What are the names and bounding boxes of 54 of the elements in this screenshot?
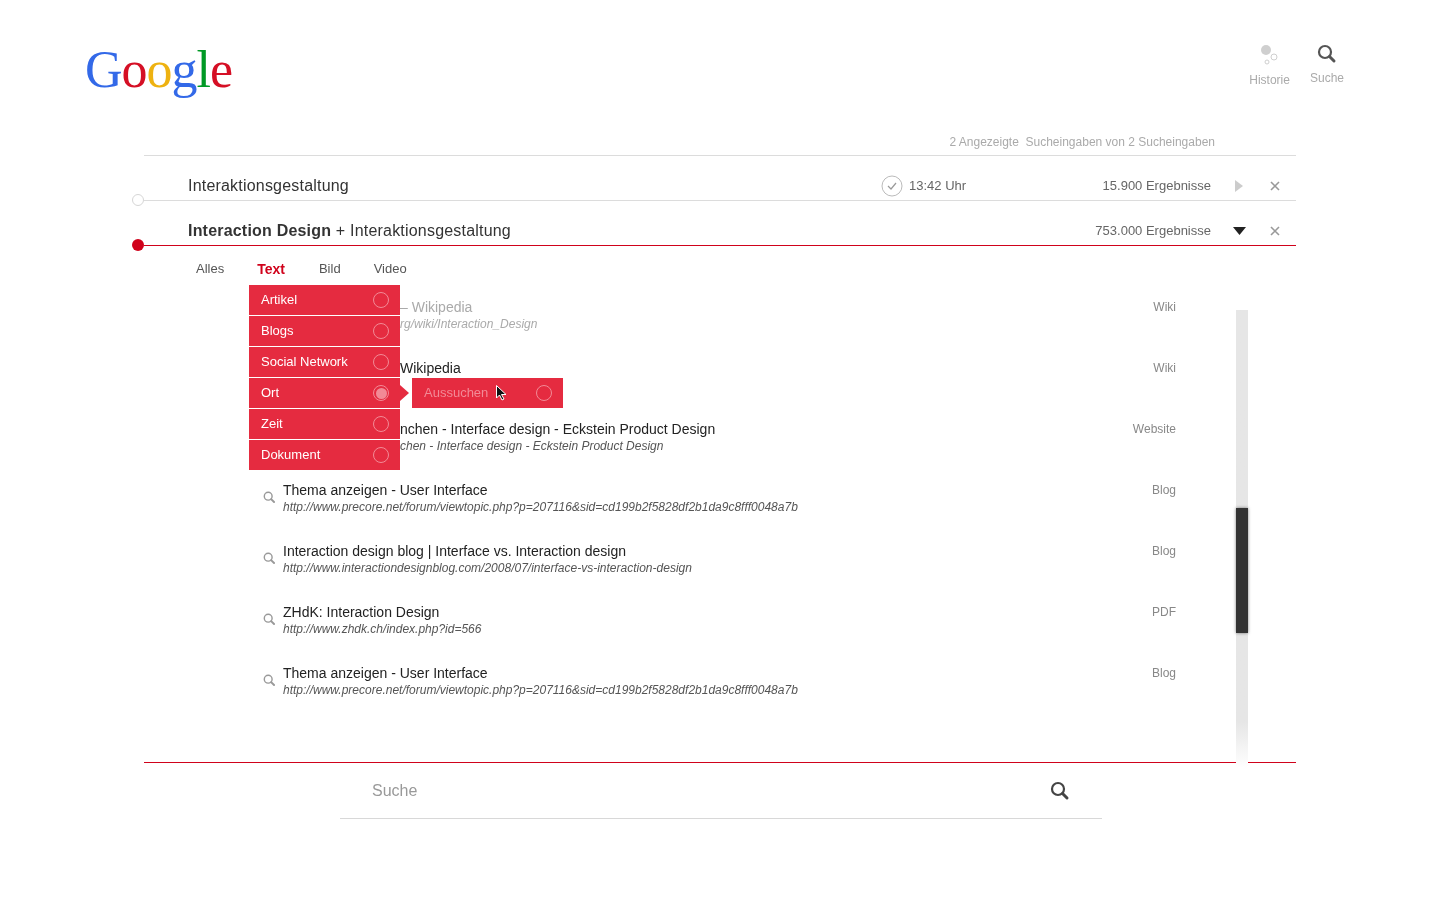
result-type: Wiki (1153, 360, 1176, 377)
category-tab[interactable]: Text (257, 259, 285, 280)
result-url[interactable]: http://www.precore.net/forum/viewtopic.php?p=207116&sid=cd199b2f5828df2b1da9c8fff0048a7b (283, 682, 798, 698)
filter-menu-item[interactable]: Blogs (249, 316, 400, 346)
search-icon (1050, 780, 1070, 801)
filter-menu-item[interactable]: Artikel (249, 285, 400, 315)
cursor-icon (496, 385, 507, 401)
result-type: PDF (1152, 604, 1176, 621)
search-icon (263, 491, 276, 504)
down-triangle-icon (1232, 227, 1246, 235)
filter-menu-item[interactable]: Zeit (249, 409, 400, 439)
result-type: Wiki (1153, 299, 1176, 316)
filter-menu-item[interactable]: Social Network (249, 347, 400, 377)
close-button[interactable] (1268, 224, 1282, 238)
result-url[interactable]: http://www.interactiondesignblog.com/2008/07/interface-vs-interaction-design (283, 560, 692, 576)
submenu-panel[interactable]: Aussuchen (412, 378, 563, 408)
result-title[interactable]: Thema anzeigen - User Interface (283, 664, 488, 682)
result-type: Blog (1151, 543, 1176, 560)
result-title[interactable]: nchen - Interface design - Eckstein Product Design (400, 420, 716, 438)
result-type: Blog (1151, 482, 1176, 499)
search-icon (263, 613, 276, 626)
query-time: 13:42 Uhr (909, 177, 967, 196)
query-text[interactable]: Interaktionsgestaltung (188, 174, 881, 198)
right-triangle-icon (1235, 180, 1243, 192)
filter-menu-item[interactable]: Dokument (249, 440, 400, 470)
category-tab[interactable]: Video (373, 259, 407, 279)
result-title[interactable]: Interaction design blog | Interface vs. Interaction design (283, 542, 626, 560)
result-url[interactable]: http://www.zhdk.ch/index.php?id=566 (283, 621, 482, 637)
category-tab[interactable]: Bild (318, 259, 341, 279)
result-count: 15.900 Ergebnisse (1101, 177, 1211, 196)
summary-text: 2 Angezeigte Sucheingaben von 2 Sucheingaben (949, 134, 1215, 151)
result-count: 753.000 Ergebnisse (1094, 222, 1211, 241)
search-icon (263, 552, 276, 565)
submenu-field[interactable]: Aussuchen (422, 383, 492, 403)
result-title[interactable]: ZHdK: Interaction Design (283, 603, 440, 621)
search-icon (263, 674, 276, 687)
bubbles-icon (1259, 44, 1280, 66)
pointer-arrow-icon (400, 385, 409, 401)
close-button[interactable] (1268, 179, 1282, 193)
result-type: Website (1132, 421, 1176, 438)
scrollbar-thumb[interactable] (1236, 508, 1248, 633)
category-tab[interactable]: Alles (196, 259, 225, 279)
result-url[interactable]: http://www.precore.net/forum/viewtopic.php?p=207116&sid=cd199b2f5828df2b1da9c8fff0048a7b (283, 499, 798, 515)
result-title[interactable]: Thema anzeigen - User Interface (283, 481, 488, 499)
close-icon (1270, 181, 1280, 191)
query-text[interactable]: Interaction Design + Interaktionsgestaltung (188, 219, 1051, 243)
clock-check-icon (881, 175, 903, 197)
close-icon (1270, 226, 1280, 236)
search-icon (1317, 44, 1337, 64)
search-field[interactable]: Suche (372, 778, 1050, 803)
google-logo[interactable]: Google (85, 38, 233, 102)
result-title[interactable]: Wikipedia (400, 359, 461, 377)
result-type: Blog (1151, 665, 1176, 682)
result-url[interactable]: chen - Interface design - Eckstein Product Design (400, 438, 664, 454)
